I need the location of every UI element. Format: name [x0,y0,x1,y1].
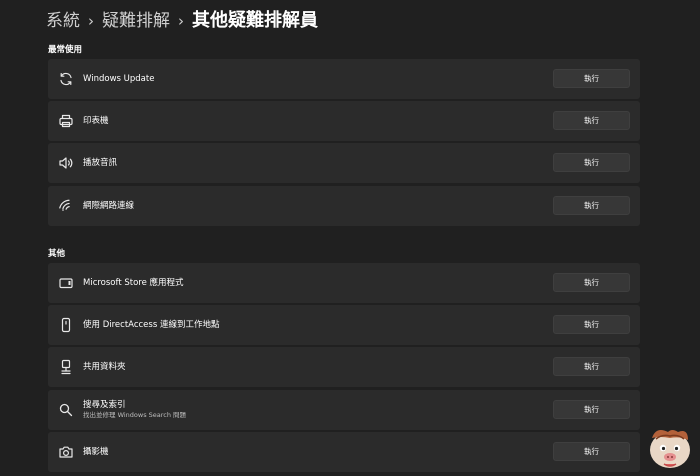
row-title: 播放音訊 [83,157,118,168]
run-button-search-indexing[interactable]: 執行 [553,400,630,419]
run-button-internet[interactable]: 執行 [553,196,630,215]
refresh-icon [58,71,74,87]
troubleshooter-row-windows-update: Windows Update 執行 [48,59,640,99]
run-button-camera[interactable]: 執行 [553,442,630,461]
row-title: 印表機 [83,115,109,126]
row-title: Microsoft Store 應用程式 [83,277,184,288]
troubleshooter-row-camera: 攝影機 執行 [48,432,640,472]
breadcrumb-system[interactable]: 系統 [46,8,80,34]
troubleshooter-row-internet: 網際網路連線 執行 [48,186,640,226]
run-button-audio[interactable]: 執行 [553,153,630,172]
troubleshooter-page: 系統 › 疑難排解 › 其他疑難排解員 最常使用 Windows Update … [0,0,700,476]
troubleshooter-row-shared-folders: 共用資料夾 執行 [48,347,640,387]
run-button-shared-folders[interactable]: 執行 [553,357,630,376]
mascot-watermark-icon [646,424,694,470]
chevron-right-icon: › [88,12,94,30]
row-title: 攝影機 [83,446,109,457]
row-subtitle: 找出並修理 Windows Search 問題 [83,411,187,419]
troubleshooter-row-search-indexing: 搜尋及索引 找出並修理 Windows Search 問題 執行 [48,390,640,430]
camera-icon [58,444,74,460]
row-title: Windows Update [83,73,155,84]
wifi-icon [58,198,74,214]
app-window-icon [58,275,74,291]
breadcrumb-troubleshoot[interactable]: 疑難排解 [102,8,170,34]
row-title: 共用資料夾 [83,361,126,372]
page-title: 其他疑難排解員 [192,10,318,31]
network-folder-icon [58,359,74,375]
run-button-printer[interactable]: 執行 [553,111,630,130]
troubleshooter-row-directaccess: 使用 DirectAccess 連線到工作地點 執行 [48,305,640,345]
chevron-right-icon: › [178,12,184,30]
row-title: 網際網路連線 [83,200,135,211]
search-icon [58,402,74,418]
section-title-most-used: 最常使用 [48,45,83,55]
troubleshooter-row-printer: 印表機 執行 [48,101,640,141]
printer-icon [58,113,74,129]
phone-icon [58,317,74,333]
run-button-windows-update[interactable]: 執行 [553,69,630,88]
speaker-icon [58,155,74,171]
row-title: 使用 DirectAccess 連線到工作地點 [83,319,220,330]
troubleshooter-row-audio: 播放音訊 執行 [48,143,640,183]
breadcrumb: 系統 › 疑難排解 › 其他疑難排解員 [46,8,318,34]
row-title: 搜尋及索引 [83,400,126,410]
troubleshooter-row-store-apps: Microsoft Store 應用程式 執行 [48,263,640,303]
section-title-other: 其他 [48,249,66,259]
run-button-store-apps[interactable]: 執行 [553,273,630,292]
run-button-directaccess[interactable]: 執行 [553,315,630,334]
